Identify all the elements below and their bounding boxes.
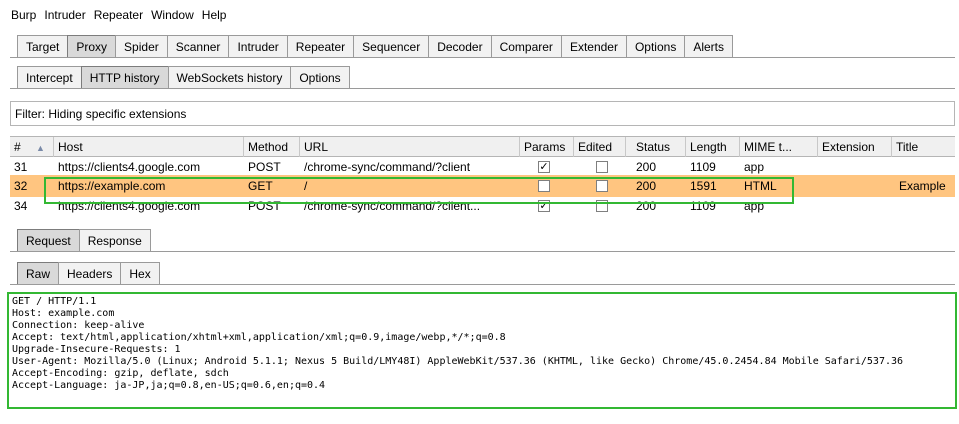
message-tabs: Request Response: [17, 229, 151, 251]
tab-hex[interactable]: Hex: [120, 262, 160, 284]
table-row[interactable]: 31 https://clients4.google.com POST /chr…: [10, 159, 955, 175]
menu-intruder[interactable]: Intruder: [43, 8, 86, 22]
edited-checkbox: [596, 161, 608, 173]
tab-intercept[interactable]: Intercept: [17, 66, 82, 88]
proxy-tabs-divider: [10, 88, 955, 89]
tab-raw[interactable]: Raw: [17, 262, 60, 284]
col-params[interactable]: Params: [520, 137, 574, 157]
row-title: Example: [899, 179, 946, 193]
tool-tabs: Target Proxy Spider Scanner Intruder Rep…: [17, 35, 734, 57]
raw-request-editor[interactable]: GET / HTTP/1.1 Host: example.com Connectio…: [7, 292, 957, 409]
request-line: GET / HTTP/1.1: [12, 296, 97, 307]
tab-proxy-options[interactable]: Options: [290, 66, 350, 88]
col-mime-type[interactable]: MIME t...: [740, 137, 818, 157]
row-host: https://clients4.google.com: [58, 160, 201, 174]
tab-proxy[interactable]: Proxy: [67, 35, 117, 57]
history-table: # ▲ Host Method URL Params Edited Status…: [10, 136, 955, 216]
tab-http-history[interactable]: HTTP history: [80, 66, 169, 88]
header-line: Host: example.com: [12, 308, 115, 319]
tab-repeater[interactable]: Repeater: [286, 35, 355, 57]
header-line: Connection: keep-alive: [12, 320, 145, 331]
tab-headers[interactable]: Headers: [58, 262, 122, 284]
menu-help[interactable]: Help: [201, 8, 228, 22]
tab-extender[interactable]: Extender: [560, 35, 627, 57]
header-line: Accept-Encoding: gzip, deflate, sdch: [12, 368, 229, 379]
tab-sequencer[interactable]: Sequencer: [353, 35, 430, 57]
message-tabs-divider: [10, 251, 955, 252]
tool-tabs-divider: [10, 57, 955, 58]
menu-repeater[interactable]: Repeater: [93, 8, 144, 22]
row-mime: app: [744, 160, 765, 174]
row-number: 31: [14, 160, 28, 174]
selected-row-highlight: [44, 177, 794, 204]
params-checkbox: ✓: [538, 161, 550, 173]
col-edited[interactable]: Edited: [574, 137, 626, 157]
view-tabs: Raw Headers Hex: [17, 262, 160, 284]
filter-text: Filter: Hiding specific extensions: [15, 106, 187, 121]
col-extension[interactable]: Extension: [818, 137, 892, 157]
header-line: User-Agent: Mozilla/5.0 (Linux; Android …: [12, 356, 904, 367]
col-host[interactable]: Host: [54, 137, 244, 157]
header-line: Accept-Language: ja-JP,ja;q=0.8,en-US;q=…: [12, 380, 326, 391]
tab-comparer[interactable]: Comparer: [490, 35, 562, 57]
filter-bar[interactable]: Filter: Hiding specific extensions: [10, 101, 955, 126]
tab-decoder[interactable]: Decoder: [428, 35, 492, 57]
proxy-tabs: Intercept HTTP history WebSockets histor…: [17, 66, 350, 88]
row-status: 200: [636, 160, 657, 174]
col-title[interactable]: Title: [892, 137, 955, 157]
col-number[interactable]: # ▲: [10, 137, 54, 157]
tab-options[interactable]: Options: [625, 35, 686, 57]
view-tabs-divider: [10, 284, 955, 285]
row-url: /chrome-sync/command/?client: [304, 160, 471, 174]
row-length: 1109: [690, 160, 716, 174]
tab-intruder[interactable]: Intruder: [228, 35, 288, 57]
tab-scanner[interactable]: Scanner: [166, 35, 230, 57]
tab-request[interactable]: Request: [17, 229, 80, 251]
col-status[interactable]: Status: [632, 137, 686, 157]
col-url[interactable]: URL: [300, 137, 520, 157]
menu-burp[interactable]: Burp: [10, 8, 37, 22]
menu-window[interactable]: Window: [150, 8, 195, 22]
table-header: # ▲ Host Method URL Params Edited Status…: [10, 137, 955, 157]
header-line: Accept: text/html,application/xhtml+xml,…: [12, 332, 506, 343]
tab-alerts[interactable]: Alerts: [684, 35, 734, 57]
sort-ascending-icon: ▲: [36, 143, 45, 153]
header-line: Upgrade-Insecure-Requests: 1: [12, 344, 181, 355]
col-method[interactable]: Method: [244, 137, 300, 157]
tab-target[interactable]: Target: [17, 35, 69, 57]
row-method: POST: [248, 160, 281, 174]
menu-bar: Burp Intruder Repeater Window Help: [10, 5, 227, 25]
tab-response[interactable]: Response: [78, 229, 151, 251]
col-length[interactable]: Length: [686, 137, 740, 157]
tab-websockets-history[interactable]: WebSockets history: [167, 66, 292, 88]
tab-spider[interactable]: Spider: [115, 35, 168, 57]
